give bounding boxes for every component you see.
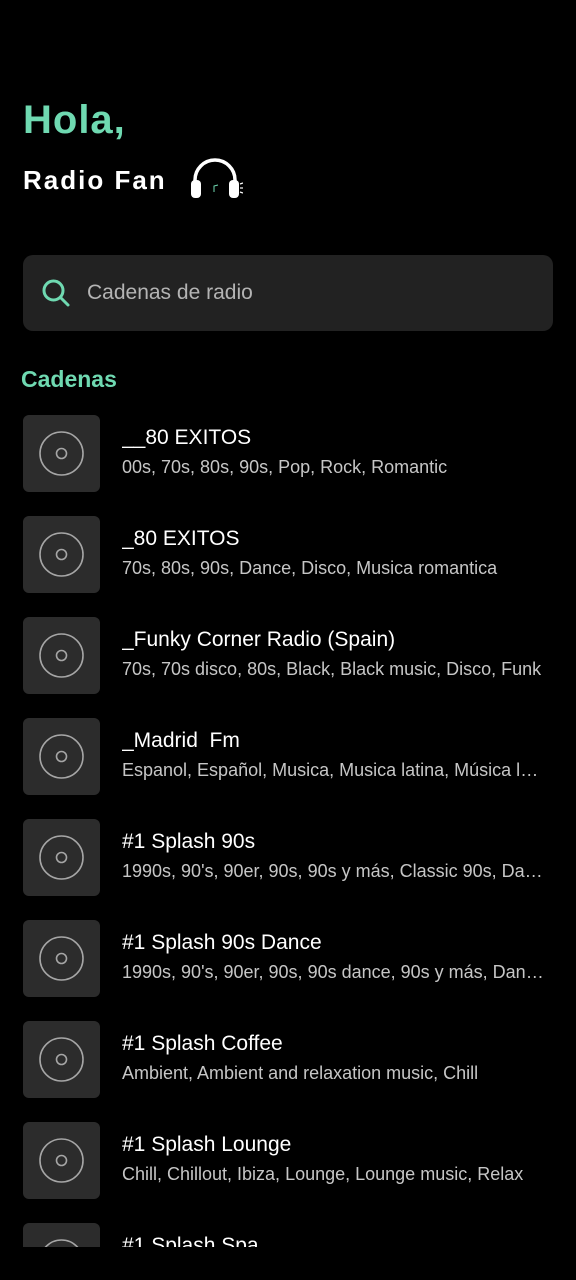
- station-item[interactable]: _Madrid Fm Espanol, Español, Musica, Musi…: [0, 716, 576, 817]
- station-item[interactable]: #1 Splash 90s Dance 1990s, 90's, 90er, 90…: [0, 918, 576, 1019]
- station-thumbnail: [23, 516, 100, 593]
- disc-icon: [39, 734, 84, 779]
- disc-icon: [44, 1239, 79, 1247]
- station-tags: 1990s, 90's, 90er, 90s, 90s y más, Class…: [122, 861, 544, 881]
- station-item[interactable]: _Funky Corner Radio (Spain) 70s, 70s disc…: [0, 615, 576, 716]
- disc-icon: [39, 1037, 84, 1082]
- station-tags: Espanol, Español, Musica, Musica latina,…: [122, 760, 544, 780]
- station-item[interactable]: #1 Splash 90s 1990s, 90's, 90er, 90s, 90s…: [0, 817, 576, 918]
- station-thumbnail: [23, 415, 100, 492]
- headphones-icon: [190, 158, 243, 198]
- user-name: Radio Fan: [23, 164, 167, 195]
- station-item[interactable]: #1 Splash Coffee Ambient, Ambient and rel…: [0, 1019, 576, 1120]
- station-name: _Madrid Fm: [122, 729, 240, 752]
- station-thumbnail: [23, 718, 100, 795]
- station-thumbnail: [23, 920, 100, 997]
- user-row: Radio Fan: [23, 158, 243, 202]
- disc-icon: [39, 532, 84, 577]
- station-tags: 70s, 80s, 90s, Dance, Disco, Musica roma…: [122, 558, 498, 578]
- search-bar[interactable]: [23, 255, 553, 331]
- station-item[interactable]: _80 EXITOS 70s, 80s, 90s, Dance, Disco, M…: [0, 514, 576, 615]
- disc-icon: [39, 1138, 84, 1183]
- station-thumbnail: [23, 1122, 100, 1199]
- station-item[interactable]: #1 Splash SpaAmbient, Relax, Spa: [0, 1221, 576, 1247]
- station-thumbnail: [23, 1021, 100, 1098]
- station-name: #1 Splash 90s Dance: [122, 931, 322, 954]
- section-title: Cadenas: [21, 366, 117, 392]
- station-tags: 70s, 70s disco, 80s, Black, Black music,…: [122, 659, 542, 679]
- station-name: #1 Splash Coffee: [122, 1032, 283, 1055]
- station-thumbnail: [23, 1223, 100, 1247]
- station-thumbnail: [23, 617, 100, 694]
- station-name: _Funky Corner Radio (Spain): [122, 628, 396, 651]
- station-name: #1 Splash Spa: [122, 1234, 259, 1247]
- station-thumbnail: [23, 819, 100, 896]
- station-name: #1 Splash Lounge: [122, 1133, 292, 1156]
- station-tags: 00s, 70s, 80s, 90s, Pop, Rock, Romantic: [122, 457, 448, 477]
- disc-icon: [39, 835, 84, 880]
- station-tags: 1990s, 90's, 90er, 90s, 90s dance, 90s y…: [122, 962, 544, 982]
- station-list: __80 EXITOS 00s, 70s, 80s, 90s, Pop, Rock…: [0, 413, 576, 1247]
- station-name: __80 EXITOS: [122, 426, 252, 449]
- station-item[interactable]: __80 EXITOS 00s, 70s, 80s, 90s, Pop, Rock…: [0, 413, 576, 514]
- station-tags: Ambient, Ambient and relaxation music, C…: [122, 1063, 479, 1083]
- search-input[interactable]: [87, 273, 553, 313]
- station-item[interactable]: #1 Splash Lounge Chill, Chillout, Ibiza, …: [0, 1120, 576, 1221]
- disc-icon: [39, 633, 84, 678]
- station-name: _80 EXITOS: [122, 527, 240, 550]
- disc-icon: [39, 431, 84, 476]
- search-icon: [42, 279, 70, 307]
- greeting-title: Hola,: [23, 98, 126, 142]
- disc-icon: [39, 936, 84, 981]
- station-name: #1 Splash 90s: [122, 830, 256, 853]
- station-tags: Chill, Chillout, Ibiza, Lounge, Lounge m…: [122, 1164, 524, 1184]
